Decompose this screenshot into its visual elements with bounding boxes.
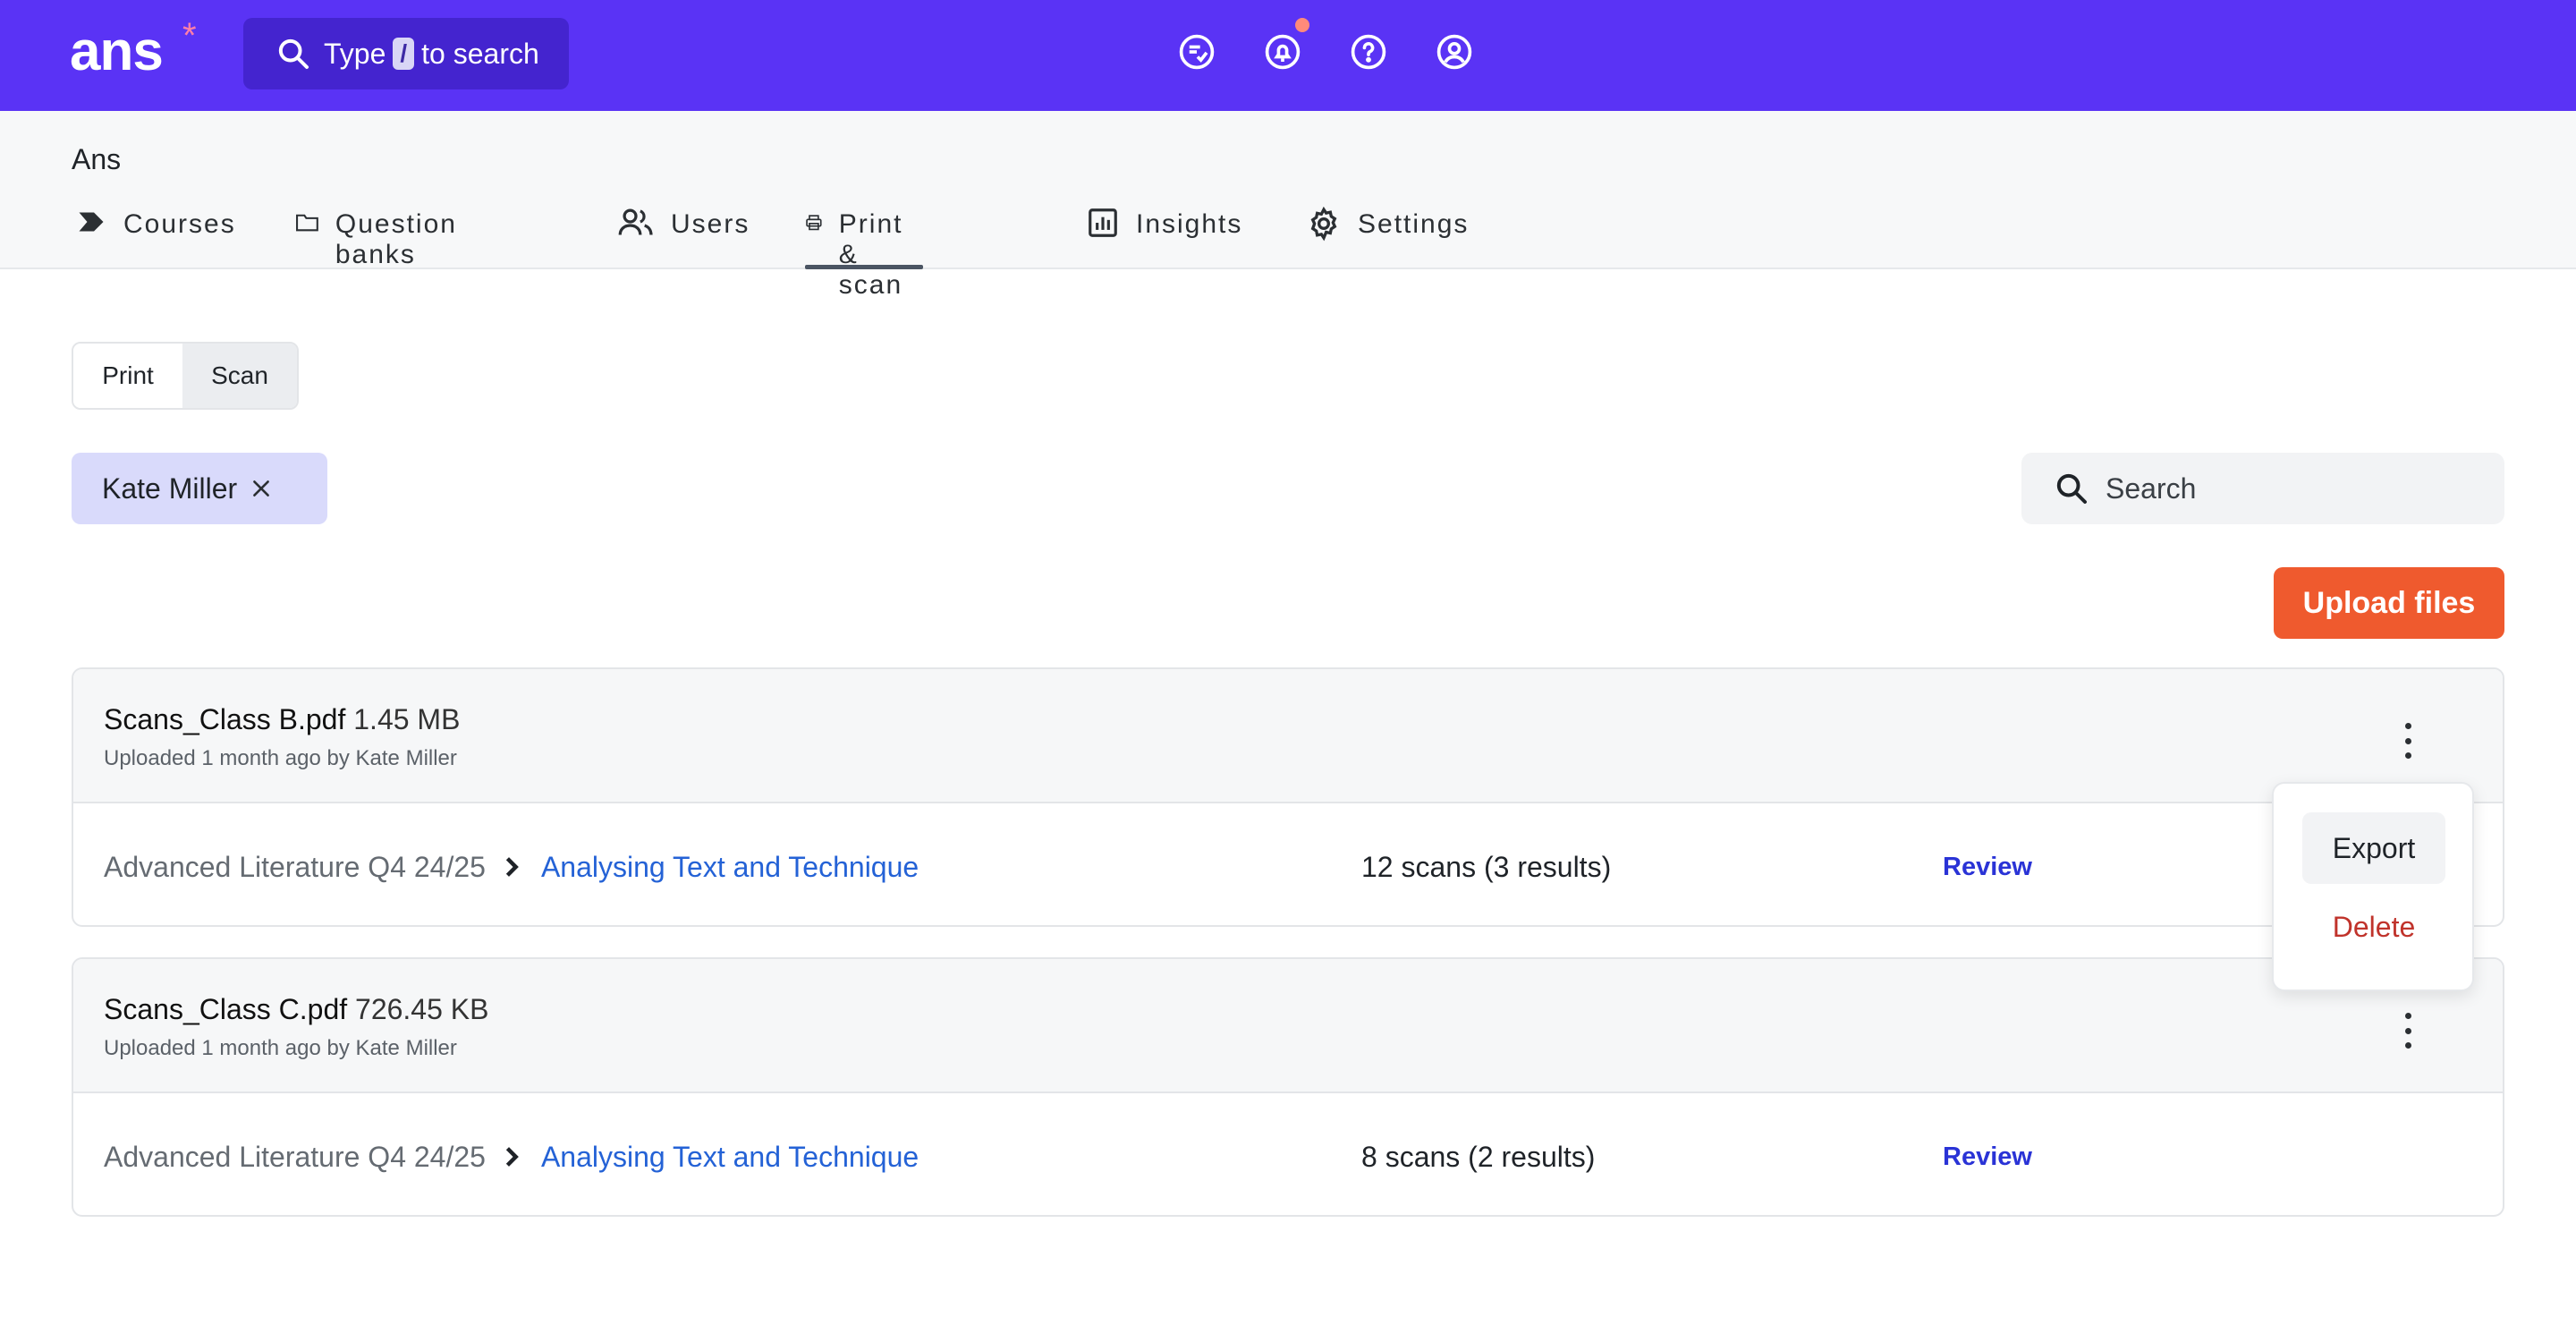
file-name: Scans_Class C.pdf 726.45 KB [104,993,488,1026]
tab-label: Question banks [335,209,457,269]
tab-print-scan[interactable]: Print & scan [805,209,923,300]
file-size: 726.45 KB [355,993,489,1025]
review-button[interactable]: Review [1943,1142,2032,1172]
scan-toggle-button[interactable]: Scan [182,344,297,408]
logo-text: ans [70,21,164,82]
upload-info: Uploaded 1 month ago by Kate Miller [104,1036,457,1060]
search-hint-prefix: Type [324,37,386,70]
file-row: Advanced Literature Q4 24/25 Analysing T… [104,845,2503,889]
search-input[interactable]: Search [2021,453,2504,524]
tab-users[interactable]: Users [617,208,750,269]
bell-icon[interactable] [1261,18,1309,73]
tab-label: Settings [1358,209,1470,239]
tab-label: Insights [1136,209,1243,239]
users-icon [618,208,653,235]
file-name-text: Scans_Class C.pdf [104,993,348,1025]
file-name-text: Scans_Class B.pdf [104,703,346,735]
global-search-button[interactable]: Type / to search [243,18,569,89]
tab-courses[interactable]: Courses [75,209,236,269]
top-bar: ans * Type / to search [0,0,2576,111]
account-icon[interactable] [1433,30,1476,73]
more-options-icon[interactable] [2390,719,2426,762]
chevron-right-icon [505,857,519,877]
mode-toggle: Print Scan [72,342,299,410]
file-card: Scans_Class B.pdf 1.45 MB Uploaded 1 mon… [72,667,2504,927]
file-row: Advanced Literature Q4 24/25 Analysing T… [104,1134,2503,1179]
scan-count: 12 scans (3 results) [1361,850,1612,883]
print-toggle-button[interactable]: Print [73,344,183,408]
chevron-right-icon [505,1147,519,1167]
tab-label: Courses [123,209,236,239]
file-options-menu: Export Delete [2272,782,2474,991]
close-icon[interactable] [250,477,273,500]
file-name: Scans_Class B.pdf 1.45 MB [104,703,460,736]
tab-settings[interactable]: Settings [1306,206,1470,269]
tab-question-banks[interactable]: Question banks [295,209,470,269]
notification-dot [1295,18,1309,32]
course-name: Advanced Literature Q4 24/25 [104,1140,486,1173]
sub-header: Ans Courses Question banks Users Print &… [0,111,2576,300]
file-card: Scans_Class C.pdf 726.45 KB Uploaded 1 m… [72,957,2504,1217]
search-placeholder: Search [2106,471,2197,505]
delete-menu-item[interactable]: Delete [2302,891,2445,963]
review-button[interactable]: Review [1943,853,2032,882]
upload-info: Uploaded 1 month ago by Kate Miller [104,746,457,770]
more-options-icon[interactable] [2390,1009,2426,1052]
chart-icon [1089,208,1117,237]
courses-icon [79,212,104,232]
assignment-link[interactable]: Analysing Text and Technique [541,851,919,884]
folder-icon [296,214,318,232]
file-card-header: Scans_Class C.pdf 726.45 KB Uploaded 1 m… [73,959,2503,1093]
search-icon [278,38,309,69]
scan-count: 8 scans (2 results) [1361,1140,1596,1173]
printer-icon [806,215,822,231]
course-name: Advanced Literature Q4 24/25 [104,850,486,883]
upload-files-button[interactable]: Upload files [2274,567,2504,639]
search-shortcut-key: / [393,38,415,70]
tab-label: Print & scan [838,209,903,300]
file-size: 1.45 MB [353,703,461,735]
help-icon[interactable] [1347,30,1390,73]
org-name: Ans [72,143,122,175]
logo-mark: * [182,16,197,55]
ans-logo[interactable]: ans * [70,16,197,83]
tab-insights[interactable]: Insights [1086,208,1243,269]
assignment-link[interactable]: Analysing Text and Technique [541,1141,919,1174]
tab-label: Users [671,209,750,239]
gear-icon [1310,206,1337,242]
search-icon [2056,473,2087,504]
search-hint-suffix: to search [421,37,539,70]
file-card-header: Scans_Class B.pdf 1.45 MB Uploaded 1 mon… [73,669,2503,803]
feedback-icon[interactable] [1175,30,1218,73]
export-menu-item[interactable]: Export [2302,812,2445,884]
filter-chip-label: Kate Miller [102,471,238,505]
filter-chip: Kate Miller [72,453,327,524]
